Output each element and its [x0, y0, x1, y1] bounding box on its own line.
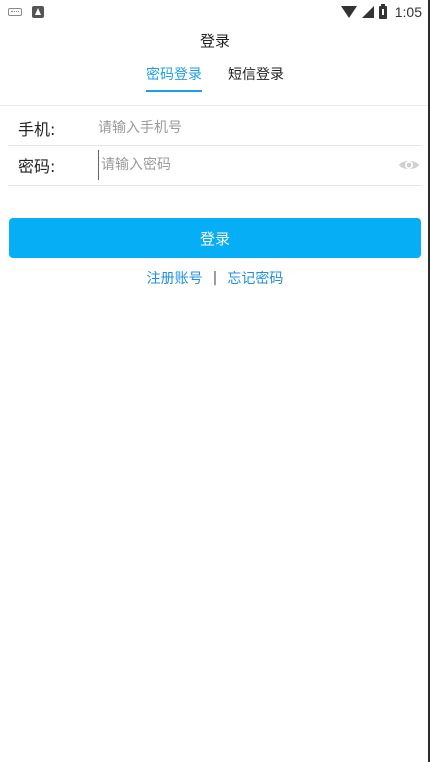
register-link[interactable]: 注册账号 — [147, 268, 203, 288]
tab-password-login[interactable]: 密码登录 — [146, 64, 202, 92]
notification-icon — [32, 6, 44, 18]
divider — [8, 185, 422, 186]
login-tabs: 密码登录 短信登录 — [0, 64, 430, 92]
phone-label: 手机: — [18, 120, 56, 139]
status-bar: 1:05 — [0, 0, 430, 24]
status-right: 1:05 — [340, 3, 422, 20]
eye-icon-graphic — [399, 160, 419, 170]
phone-input[interactable] — [98, 113, 388, 143]
signal-icon — [361, 6, 374, 18]
forgot-password-link[interactable]: 忘记密码 — [227, 268, 283, 288]
login-button[interactable]: 登录 — [9, 218, 421, 258]
tab-sms-login[interactable]: 短信登录 — [228, 64, 284, 92]
status-left — [8, 6, 44, 18]
page-title: 登录 — [199, 32, 230, 50]
eye-icon[interactable] — [398, 157, 420, 173]
battery-icon — [378, 3, 387, 19]
password-row: 密码: — [0, 145, 430, 185]
status-time: 1:05 — [394, 4, 422, 20]
password-input[interactable] — [98, 150, 391, 180]
divider — [0, 105, 430, 106]
auth-links: 注册账号 | 忘记密码 — [0, 268, 430, 288]
password-label: 密码: — [18, 157, 56, 176]
link-separator: | — [212, 270, 218, 286]
wifi-icon — [340, 6, 357, 18]
keyboard-icon — [8, 8, 22, 16]
phone-row: 手机: — [0, 108, 430, 148]
